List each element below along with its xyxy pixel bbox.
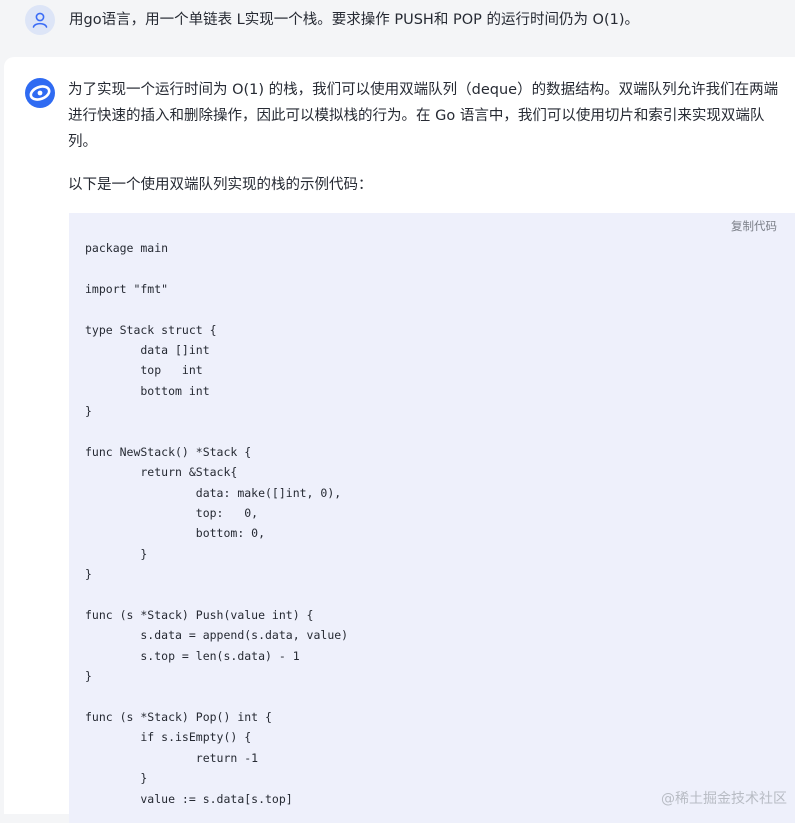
user-message-text: 用go语言，用一个单链表 L实现一个栈。要求操作 PUSH和 POP 的运行时间… xyxy=(69,12,640,28)
code-line: if s.isEmpty() { xyxy=(85,730,252,745)
code-content: package main import "fmt" type Stack struc… xyxy=(85,238,348,809)
code-line: data []int xyxy=(85,342,210,357)
code-line: top int xyxy=(85,363,203,378)
code-block: 复制代码 package main import "fmt" type Stack … xyxy=(69,213,795,823)
code-line: bottom int xyxy=(85,383,210,398)
code-line: return &Stack{ xyxy=(85,465,238,480)
user-icon xyxy=(32,12,48,28)
watermark: @稀土掘金技术社区 xyxy=(661,791,787,807)
code-line: data: make([]int, 0), xyxy=(85,485,342,500)
assistant-answer-paragraph: 为了实现一个运行时间为 O(1) 的栈，我们可以使用双端队列（deque）的数据… xyxy=(68,77,790,155)
assistant-avatar xyxy=(24,77,56,109)
code-line: package main xyxy=(85,241,169,255)
code-line: } xyxy=(85,771,148,786)
answer-paragraph-text: 为了实现一个运行时间为 O(1) 的栈，我们可以使用双端队列（deque）的数据… xyxy=(68,82,779,150)
code-intro-text: 以下是一个使用双端队列实现的栈的示例代码： xyxy=(68,177,373,193)
code-line: } xyxy=(85,669,92,684)
code-line: type Stack struct { xyxy=(85,322,217,337)
copy-code-button[interactable]: 复制代码 xyxy=(731,218,777,234)
code-line: bottom: 0, xyxy=(85,526,266,541)
user-message-row: 用go语言，用一个单链表 L实现一个栈。要求操作 PUSH和 POP 的运行时间… xyxy=(0,0,795,54)
code-line: top: 0, xyxy=(85,506,259,521)
code-line: s.data = append(s.data, value) xyxy=(85,628,349,643)
code-line: } xyxy=(85,567,92,582)
assistant-logo-icon xyxy=(25,78,55,108)
user-avatar xyxy=(25,5,55,35)
assistant-message-panel: 为了实现一个运行时间为 O(1) 的栈，我们可以使用双端队列（deque）的数据… xyxy=(4,57,795,823)
code-line: func (s *Stack) Push(value int) { xyxy=(85,608,314,623)
code-line: import "fmt" xyxy=(85,281,169,296)
code-line: return -1 xyxy=(85,750,259,765)
code-line: } xyxy=(85,404,92,419)
code-line: func NewStack() *Stack { xyxy=(85,444,252,459)
code-line: func (s *Stack) Pop() int { xyxy=(85,709,272,724)
code-line: s.top = len(s.data) - 1 xyxy=(85,648,300,663)
code-line: } xyxy=(85,546,148,561)
code-line: value := s.data[s.top] xyxy=(85,791,293,806)
